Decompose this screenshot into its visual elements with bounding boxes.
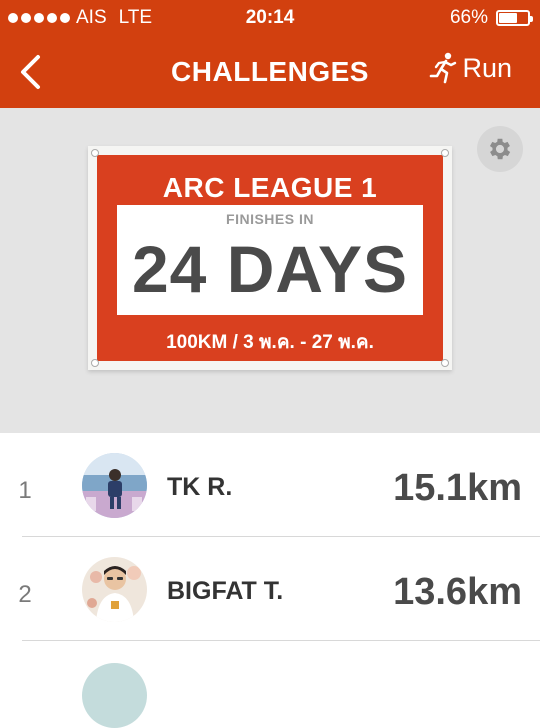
bib-hole <box>91 149 99 157</box>
battery-status: 66% <box>449 7 533 29</box>
run-button[interactable]: Run <box>428 52 512 84</box>
battery-icon <box>496 10 533 26</box>
bib-hole <box>441 359 449 367</box>
runner-icon <box>430 52 457 84</box>
settings-button[interactable] <box>477 126 523 172</box>
challenge-details: 100KM / 3 พ.ค. - 27 พ.ค. <box>166 332 374 353</box>
challenge-name: ARC LEAGUE 1 <box>162 172 378 203</box>
bib-hole <box>91 359 99 367</box>
run-label: Run <box>462 52 512 83</box>
rank-number: 2 <box>18 581 32 608</box>
runner-distance: 13.6km <box>393 571 522 613</box>
leaderboard-row[interactable]: 1 TK R. 15.1km <box>0 433 540 537</box>
days-remaining: 24 DAYS <box>131 232 409 306</box>
bib-hole <box>441 149 449 157</box>
bib-face: ARC LEAGUE 1 FINISHES IN 24 DAYS 100KM /… <box>97 155 443 361</box>
finishes-label: FINISHES IN <box>226 211 314 227</box>
row-divider <box>22 640 540 641</box>
leaderboard-list: 1 TK R. 15.1km 2 BIGFAT T. 13.6km <box>0 433 540 728</box>
battery-percent: 66% <box>449 7 488 28</box>
runner-name: TK R. <box>167 473 233 501</box>
avatar <box>82 453 147 518</box>
avatar <box>82 663 147 728</box>
race-bib[interactable]: ARC LEAGUE 1 FINISHES IN 24 DAYS 100KM /… <box>88 146 452 370</box>
navigation-bar: CHALLENGES Run <box>0 36 540 108</box>
rank-number: 1 <box>18 477 32 504</box>
countdown-panel: FINISHES IN 24 DAYS <box>117 205 423 315</box>
avatar <box>82 557 147 622</box>
status-bar: AIS LTE 20:14 66% <box>0 0 540 36</box>
gear-icon <box>489 138 511 160</box>
leaderboard-row[interactable]: 2 BIGFAT T. 13.6km <box>0 537 540 641</box>
runner-distance: 15.1km <box>393 467 522 509</box>
challenge-banner-area: ARC LEAGUE 1 FINISHES IN 24 DAYS 100KM /… <box>0 108 540 433</box>
runner-name: BIGFAT T. <box>167 577 284 605</box>
